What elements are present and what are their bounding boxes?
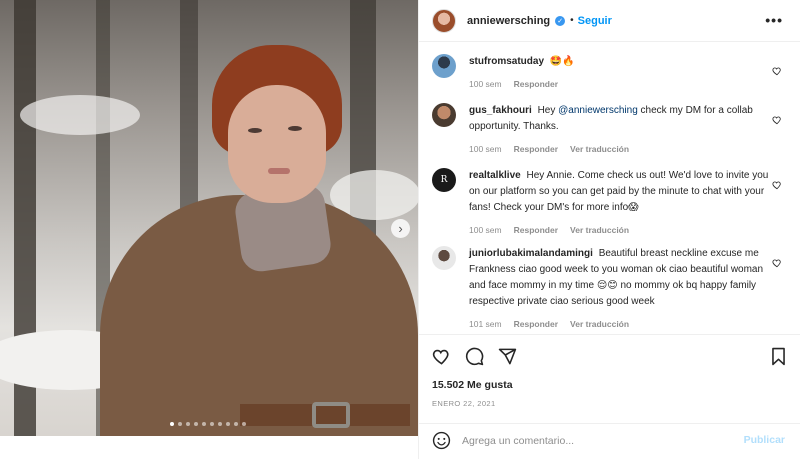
carousel-dot	[170, 422, 174, 426]
heart-icon[interactable]	[432, 347, 451, 366]
carousel-dot	[178, 422, 182, 426]
see-translation-button[interactable]: Ver traducción	[570, 222, 629, 238]
comment-text: 🤩🔥	[549, 56, 575, 67]
comment-time[interactable]: 100 sem	[469, 141, 502, 157]
comment-username[interactable]: juniorlubakimalandamingi	[469, 248, 593, 259]
carousel-dot	[234, 422, 238, 426]
carousel-dot	[218, 422, 222, 426]
post-panel: anniewersching ✓ • Seguir ••• stufromsat…	[418, 0, 800, 459]
reply-button[interactable]: Responder	[514, 222, 558, 238]
reply-button[interactable]: Responder	[514, 141, 558, 157]
follow-button[interactable]: Seguir	[578, 15, 612, 27]
carousel-dots	[170, 422, 246, 426]
photo-face	[228, 85, 326, 203]
heart-icon[interactable]	[772, 115, 782, 125]
bookmark-icon[interactable]	[770, 347, 787, 366]
see-translation-button[interactable]: Ver traducción	[570, 316, 629, 332]
comment-username[interactable]: realtalklive	[469, 170, 521, 181]
share-icon[interactable]	[498, 347, 517, 366]
comment-meta: 100 sem Responder	[469, 76, 769, 92]
carousel-dot	[242, 422, 246, 426]
comment-body: realtalklive Hey Annie. Come check us ou…	[469, 168, 769, 238]
post-photo[interactable]: ›	[0, 0, 418, 436]
comment-time[interactable]: 100 sem	[469, 76, 502, 92]
reply-button[interactable]: Responder	[514, 76, 558, 92]
post-date[interactable]: ENERO 22, 2021	[432, 399, 496, 408]
see-translation-button[interactable]: Ver traducción	[570, 141, 629, 157]
comment-body: gus_fakhouri Hey @anniewersching check m…	[469, 103, 769, 157]
comment-composer: Publicar	[419, 423, 800, 459]
carousel-dot	[210, 422, 214, 426]
post-actions: 15.502 Me gusta ENERO 22, 2021	[419, 334, 800, 436]
avatar[interactable]	[432, 54, 456, 78]
reply-button[interactable]: Responder	[514, 316, 558, 332]
publish-button[interactable]: Publicar	[744, 434, 785, 446]
comment-body: juniorlubakimalandamingi Beautiful breas…	[469, 246, 769, 332]
header-separator: •	[570, 15, 574, 26]
avatar[interactable]: R	[432, 168, 456, 192]
emoji-icon[interactable]	[432, 431, 451, 450]
carousel-dot	[226, 422, 230, 426]
comment-text: Hey	[537, 105, 559, 116]
avatar-letter: R	[440, 175, 448, 185]
photo-eye	[248, 128, 262, 133]
carousel-dot	[194, 422, 198, 426]
action-icons	[432, 347, 517, 366]
comment-time[interactable]: 101 sem	[469, 316, 502, 332]
verified-badge-icon: ✓	[555, 15, 566, 26]
comment-meta: 100 sem Responder Ver traducción	[469, 222, 769, 238]
carousel-dot	[186, 422, 190, 426]
likes-count[interactable]: 15.502 Me gusta	[432, 379, 513, 391]
comment-meta: 101 sem Responder Ver traducción	[469, 316, 769, 332]
comment-input[interactable]	[462, 432, 742, 450]
carousel-next-button[interactable]: ›	[391, 219, 410, 238]
carousel-dot	[202, 422, 206, 426]
mention-link[interactable]: @anniewersching	[558, 105, 638, 116]
comment-meta: 100 sem Responder Ver traducción	[469, 141, 769, 157]
header-username[interactable]: anniewersching	[467, 15, 550, 27]
avatar[interactable]	[432, 8, 456, 33]
comment-body: stufromsatuday 🤩🔥 100 sem Responder	[469, 54, 769, 92]
heart-icon[interactable]	[772, 258, 782, 268]
instagram-post: › anniewersching ✓ • Seguir ••• stufroms…	[0, 0, 800, 459]
chevron-right-icon: ›	[398, 221, 403, 236]
more-icon[interactable]: •••	[765, 12, 783, 28]
avatar[interactable]	[432, 246, 456, 270]
photo-lips	[268, 168, 290, 174]
comment-icon[interactable]	[465, 347, 484, 366]
photo-buckle	[312, 402, 350, 428]
heart-icon[interactable]	[772, 180, 782, 190]
heart-icon[interactable]	[772, 66, 782, 76]
avatar[interactable]	[432, 103, 456, 127]
comment-username[interactable]: gus_fakhouri	[469, 105, 532, 116]
photo-eye	[288, 126, 302, 131]
comment-time[interactable]: 100 sem	[469, 222, 502, 238]
photo-snow	[20, 95, 140, 135]
post-header: anniewersching ✓ • Seguir •••	[419, 0, 800, 42]
comment-username[interactable]: stufromsatuday	[469, 56, 544, 67]
comment-list: stufromsatuday 🤩🔥 100 sem Responder gus_…	[419, 42, 800, 334]
